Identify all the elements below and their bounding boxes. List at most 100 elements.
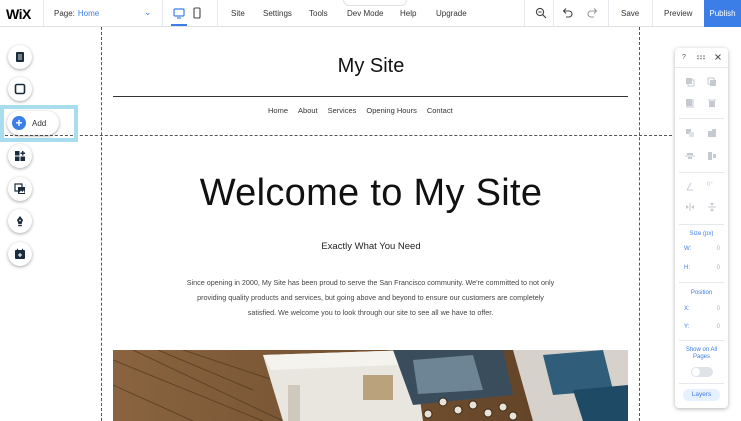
- top-bar: WiX Page: Home ⌄ Site Settings Tools Dev…: [0, 0, 741, 27]
- separator: [679, 340, 724, 341]
- separator: [679, 118, 724, 119]
- layers-button[interactable]: Layers: [683, 389, 720, 401]
- pen-icon: [17, 216, 23, 227]
- flip-horizontal-icon[interactable]: [684, 201, 696, 213]
- header-divider-line[interactable]: [113, 96, 628, 97]
- height-label: H:: [684, 265, 690, 271]
- x-field[interactable]: X: 0: [684, 306, 720, 312]
- divider: [553, 0, 554, 27]
- y-value[interactable]: 0: [717, 324, 720, 330]
- canvas-guide-left: [101, 27, 102, 421]
- x-value[interactable]: 0: [717, 306, 720, 312]
- media-icon: [14, 183, 25, 194]
- pages-button[interactable]: [8, 45, 32, 69]
- separator: [679, 383, 724, 384]
- divider: [217, 0, 218, 27]
- page-selector-value: Home: [77, 9, 100, 18]
- match-size-icon[interactable]: [706, 150, 718, 162]
- drag-handle-icon[interactable]: [696, 52, 706, 64]
- redo-icon[interactable]: [586, 6, 600, 20]
- save-button[interactable]: Save: [621, 9, 639, 18]
- wix-logo: WiX: [6, 6, 31, 22]
- width-label: W:: [684, 246, 692, 252]
- menu-tools[interactable]: Tools: [309, 9, 328, 18]
- separator: [679, 282, 724, 283]
- preview-button[interactable]: Preview: [664, 9, 692, 18]
- height-field[interactable]: H: 0: [684, 265, 720, 271]
- site-title[interactable]: My Site: [102, 55, 640, 78]
- divider: [162, 0, 163, 27]
- calendar-icon: [15, 248, 25, 259]
- size-label: Size (px): [689, 231, 714, 237]
- background-icon: [14, 83, 26, 95]
- width-value[interactable]: 0: [717, 246, 720, 252]
- show-on-all-pages-label: Pages: [692, 354, 710, 360]
- mobile-view-icon[interactable]: [190, 6, 204, 20]
- show-on-all-pages-label: Show on All: [685, 347, 718, 353]
- position-label: Position: [690, 290, 713, 296]
- help-icon[interactable]: ?: [682, 54, 686, 61]
- blog-button[interactable]: [8, 209, 32, 233]
- menu-settings[interactable]: Settings: [263, 9, 292, 18]
- hero-paragraph-line: Since opening in 2000, My Site has been …: [186, 278, 555, 287]
- site-navigation[interactable]: Home About Services Opening Hours Contac…: [268, 106, 453, 115]
- duplicate-icon[interactable]: [684, 97, 696, 109]
- separator: [679, 172, 724, 173]
- nav-services[interactable]: Services: [328, 106, 357, 115]
- desktop-view-icon[interactable]: [172, 6, 186, 20]
- width-field[interactable]: W: 0: [684, 246, 720, 252]
- store-photo[interactable]: [113, 350, 628, 421]
- divider: [524, 0, 525, 27]
- hero-subtitle[interactable]: Exactly What You Need: [102, 241, 640, 252]
- hero-title[interactable]: Welcome to My Site: [102, 172, 640, 215]
- nav-about[interactable]: About: [298, 106, 318, 115]
- undo-icon[interactable]: [560, 6, 574, 20]
- add-label: Add: [32, 118, 47, 128]
- add-button[interactable]: + Add: [7, 111, 59, 135]
- page-selector-label: Page:: [54, 9, 75, 18]
- inspector-header: ?: [675, 48, 728, 68]
- show-on-all-pages-toggle[interactable]: [691, 367, 713, 377]
- page-selector[interactable]: Page: Home ⌄: [54, 7, 154, 18]
- separator: [679, 224, 724, 225]
- active-device-indicator: [171, 24, 187, 26]
- arrange-icon[interactable]: [684, 127, 696, 139]
- delete-icon[interactable]: [706, 97, 718, 109]
- media-button[interactable]: [8, 177, 32, 201]
- nav-contact[interactable]: Contact: [427, 106, 453, 115]
- header-guide: [0, 135, 672, 136]
- close-icon[interactable]: [713, 52, 723, 64]
- copy-icon[interactable]: [684, 76, 696, 88]
- add-icon: +: [12, 116, 26, 130]
- paste-icon[interactable]: [706, 76, 718, 88]
- hero-paragraph[interactable]: Since opening in 2000, My Site has been …: [150, 275, 591, 320]
- nav-home[interactable]: Home: [268, 106, 288, 115]
- chevron-down-icon: ⌄: [144, 7, 152, 17]
- menu-dev-mode[interactable]: Dev Mode: [347, 9, 383, 18]
- height-value[interactable]: 0: [717, 265, 720, 271]
- add-apps-button[interactable]: [8, 144, 32, 168]
- tab-notch: [343, 0, 407, 6]
- rotate-icon[interactable]: [684, 180, 696, 192]
- menu-site[interactable]: Site: [231, 9, 245, 18]
- nav-opening-hours[interactable]: Opening Hours: [366, 106, 416, 115]
- inspector-panel: ? 0° Size (px) W: 0 H: 0 Position X: 0 Y: 0 …: [675, 48, 728, 408]
- distribute-icon[interactable]: [706, 127, 718, 139]
- canvas-guide-right: [639, 27, 640, 421]
- divider: [652, 0, 653, 27]
- y-label: Y:: [684, 324, 690, 330]
- background-button[interactable]: [8, 77, 32, 101]
- publish-button[interactable]: Publish: [704, 0, 741, 27]
- hero-paragraph-line: providing quality products and services,…: [197, 293, 544, 302]
- zoom-out-icon[interactable]: [534, 6, 548, 20]
- flip-vertical-icon[interactable]: [706, 201, 718, 213]
- pages-icon: [16, 52, 24, 62]
- y-field[interactable]: Y: 0: [684, 324, 720, 330]
- menu-help[interactable]: Help: [400, 9, 416, 18]
- bookings-button[interactable]: [8, 242, 32, 266]
- menu-upgrade[interactable]: Upgrade: [436, 9, 467, 18]
- add-apps-icon: [15, 151, 25, 161]
- rotation-value[interactable]: 0°: [707, 182, 713, 188]
- align-icon[interactable]: [684, 150, 696, 162]
- divider: [43, 0, 44, 27]
